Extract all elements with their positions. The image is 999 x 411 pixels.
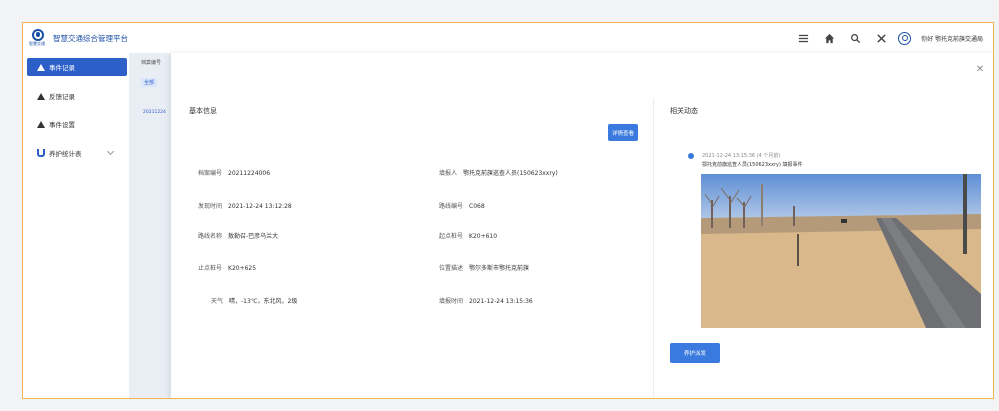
- sidebar-item-feedback-records[interactable]: 反馈记录: [27, 87, 127, 105]
- home-icon[interactable]: [816, 31, 842, 45]
- field-discover-time: 发现时间 2021-12-24 13:12:28: [198, 203, 292, 210]
- warning-icon: [37, 63, 45, 71]
- chevron-down-icon: [106, 147, 115, 156]
- field-route-number: 路线编号 C068: [439, 203, 485, 210]
- sidebar-item-event-records[interactable]: 事件记录: [27, 58, 127, 76]
- search-icon[interactable]: [842, 31, 868, 45]
- header-toolbar: 你好 鄂托克前旗交通局: [790, 31, 983, 45]
- related-activity-panel: 相关动态 2021-12-24 13:15:36 (4 个月前) 鄂托克前旗巡查…: [654, 53, 993, 398]
- logo-subtext: 智慧交通: [29, 41, 45, 46]
- sidebar-item-label: 养护统计表: [49, 150, 82, 158]
- event-detail-drawer: ✕ 基本信息 详情查看 档案编号 20211224006 填报人 鄂托克前旗巡查人员…: [171, 53, 993, 398]
- timeline-dot-icon: [688, 153, 694, 159]
- field-weather: 天气 晴，-13℃，东北风，2级: [211, 298, 298, 305]
- sidebar: 事件记录 反馈记录 事件设置 养护统计表: [23, 53, 129, 398]
- basic-info-title: 基本信息: [189, 107, 217, 115]
- list-background: 档案编号 全部 20211224: [129, 53, 175, 398]
- column-header: 档案编号: [141, 60, 162, 66]
- basic-info-panel: 基本信息 详情查看 档案编号 20211224006 填报人 鄂托克前旗巡查人员(1…: [171, 53, 653, 398]
- view-details-button[interactable]: 详情查看: [608, 124, 638, 141]
- field-start-stake: 起点桩号 K20+610: [439, 233, 498, 240]
- app-logo: 智慧交通: [29, 29, 46, 46]
- filter-tag[interactable]: 全部: [141, 78, 158, 87]
- warning-icon: [37, 92, 45, 100]
- app-title: 智慧交通综合管理平台: [53, 34, 128, 43]
- field-reporter: 填报人 鄂托克前旗巡查人员(150623xxry): [439, 170, 558, 177]
- list-cell[interactable]: 20211224: [143, 110, 166, 115]
- top-header: 智慧交通 智慧交通综合管理平台 你好 鄂托克前旗交通局: [23, 23, 993, 53]
- field-route-name: 路线名称 敖勒召-巴彦乌兰大: [198, 233, 279, 240]
- field-file-number: 档案编号 20211224006: [198, 170, 271, 177]
- timeline-time: 2021-12-24 13:15:36 (4 个月前): [702, 153, 781, 159]
- field-end-stake: 止点桩号 K20+625: [198, 265, 257, 272]
- field-location: 位置描述 鄂尔多斯市鄂托克前旗: [439, 265, 530, 272]
- dispatch-maintenance-button[interactable]: 养护派发: [670, 343, 720, 363]
- warning-icon: [37, 120, 45, 128]
- stats-icon: [37, 149, 45, 157]
- timeline-text: 鄂托克前旗巡查人员(150623xxry) 填报事件: [702, 162, 803, 168]
- sidebar-item-label: 事件记录: [49, 64, 75, 72]
- sidebar-item-label: 反馈记录: [49, 93, 75, 101]
- event-photo[interactable]: [701, 174, 981, 328]
- user-name[interactable]: 你好 鄂托克前旗交通局: [921, 34, 983, 43]
- app-frame: 智慧交通 智慧交通综合管理平台 你好 鄂托克前旗交通局 事件记录 反馈记录 事件…: [22, 22, 994, 399]
- sidebar-item-label: 事件设置: [49, 121, 75, 129]
- sidebar-item-event-settings[interactable]: 事件设置: [27, 115, 127, 133]
- user-avatar-icon[interactable]: [898, 31, 912, 45]
- fullscreen-icon[interactable]: [868, 31, 894, 45]
- related-title: 相关动态: [670, 107, 698, 115]
- menu-icon[interactable]: [790, 31, 816, 45]
- field-report-time: 填报时间 2021-12-24 13:15:36: [439, 298, 533, 305]
- sidebar-item-maintenance-stats[interactable]: 养护统计表: [27, 144, 127, 162]
